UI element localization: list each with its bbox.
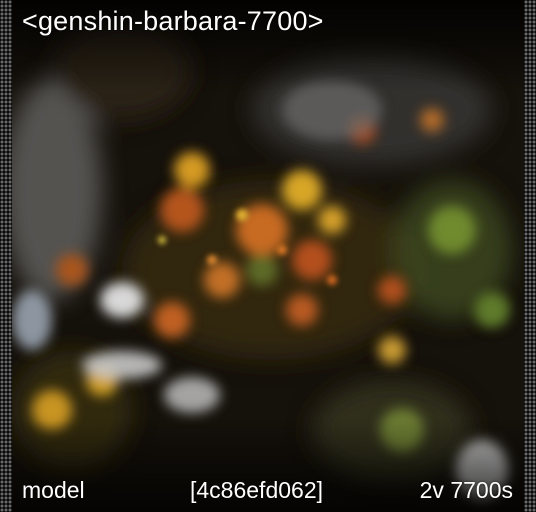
card-footer: model [4c86efd062] 2v 7700s	[0, 477, 536, 509]
dotted-border-left	[0, 0, 12, 512]
footer-type-label: model	[22, 477, 85, 503]
preview-card[interactable]: <genshin-barbara-7700> model [4c86efd062…	[0, 0, 536, 512]
preview-image	[12, 0, 524, 512]
model-title: <genshin-barbara-7700>	[22, 6, 324, 36]
footer-hash: [4c86efd062]	[190, 477, 324, 503]
dotted-border-right	[524, 0, 536, 512]
footer-version: 2v 7700s	[419, 477, 513, 503]
